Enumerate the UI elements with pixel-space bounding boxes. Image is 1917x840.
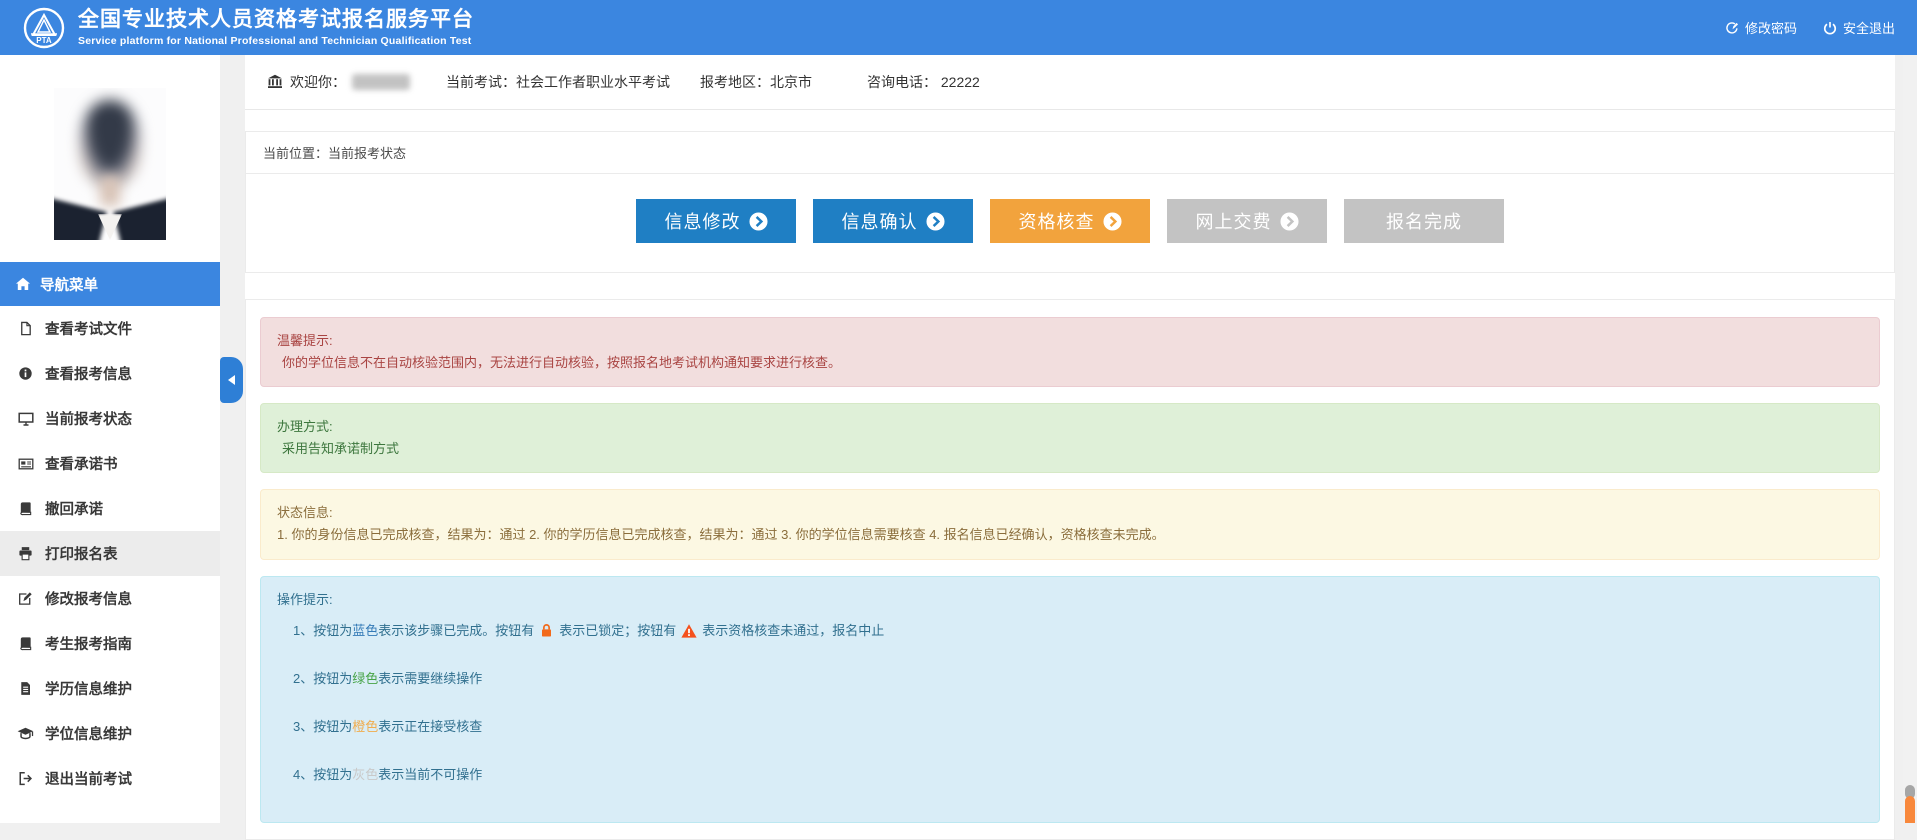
sidebar-item-label: 学位信息维护 — [45, 723, 132, 744]
svg-text:PTA: PTA — [36, 36, 52, 45]
education-file-icon — [17, 681, 34, 696]
candidate-name-blurred — [352, 74, 410, 90]
main-content: 欢迎你： 当前考试：社会工作者职业水平考试 报考地区：北京市 咨询电话： 222… — [245, 55, 1895, 823]
tip-line-4: 4、按钮为灰色表示当前不可操作 — [277, 764, 1863, 786]
arrow-circle-right-icon — [1280, 212, 1299, 231]
withdraw-book-icon — [17, 501, 34, 516]
change-password-link[interactable]: 修改密码 — [1725, 18, 1797, 37]
arrow-circle-right-icon — [749, 212, 768, 231]
tip-line-2: 2、按钮为绿色表示需要继续操作 — [277, 668, 1863, 690]
degree-cap-icon — [17, 725, 34, 742]
sidebar-item-label: 撤回承诺 — [45, 498, 103, 519]
sidebar-item-print-form[interactable]: 打印报名表 — [0, 531, 220, 576]
nav-menu: 导航菜单 查看考试文件 查看报考信息 当前报考状态 查看承诺书 撤回承诺 打印报… — [0, 262, 220, 801]
sidebar-item-label: 学历信息维护 — [45, 678, 132, 699]
sidebar-item-label: 查看承诺书 — [45, 453, 118, 474]
sidebar-collapse-button[interactable] — [220, 357, 243, 403]
sidebar-item-label: 查看报考信息 — [45, 363, 132, 384]
arrow-circle-right-icon — [926, 212, 945, 231]
current-exam: 当前考试：社会工作者职业水平考试 — [446, 72, 670, 92]
change-password-label: 修改密码 — [1745, 18, 1797, 37]
sidebar: 导航菜单 查看考试文件 查看报考信息 当前报考状态 查看承诺书 撤回承诺 打印报… — [0, 55, 220, 823]
steps-row: 信息修改 信息确认 资格核查 网上交费 报名完成 — [246, 174, 1894, 272]
sidebar-item-label: 退出当前考试 — [45, 768, 132, 789]
welcome-greeting: 欢迎你： — [290, 72, 416, 92]
tip-line-3: 3、按钮为橙色表示正在接受核查 — [277, 716, 1863, 738]
method-alert: 办理方式: 采用告知承诺制方式 — [260, 403, 1880, 473]
scrollbar-track[interactable] — [1903, 55, 1917, 823]
candidate-photo — [54, 88, 166, 240]
exam-files-icon — [17, 321, 34, 336]
sidebar-item-withdraw-commitment[interactable]: 撤回承诺 — [0, 486, 220, 531]
guide-book-icon — [17, 636, 34, 651]
sidebar-item-candidate-guide[interactable]: 考生报考指南 — [0, 621, 220, 666]
operation-tips-title: 操作提示: — [277, 589, 1863, 611]
arrow-circle-right-icon — [1103, 212, 1122, 231]
status-info-alert: 状态信息: 1. 你的身份信息已完成核查，结果为：通过 2. 你的学历信息已完成… — [260, 489, 1880, 559]
step-button-info-confirm[interactable]: 信息确认 — [813, 199, 973, 243]
tip-line-1: 1、按钮为蓝色表示该步骤已完成。按钮有表示已锁定；按钮有表示资格核查未通过，报名… — [277, 620, 1863, 642]
exam-region: 报考地区：北京市 — [700, 72, 812, 92]
sidebar-item-degree-info[interactable]: 学位信息维护 — [0, 711, 220, 756]
method-title: 办理方式: — [277, 416, 1863, 438]
sidebar-item-exam-files[interactable]: 查看考试文件 — [0, 306, 220, 351]
sidebar-item-label: 查看考试文件 — [45, 318, 132, 339]
method-body: 采用告知承诺制方式 — [277, 438, 1863, 460]
nav-menu-header: 导航菜单 — [0, 262, 220, 306]
power-icon — [1823, 21, 1837, 35]
print-icon — [17, 546, 34, 561]
word-orange: 橙色 — [352, 716, 378, 738]
sidebar-item-label: 打印报名表 — [45, 543, 118, 564]
scrollbar-thumb[interactable] — [1905, 796, 1915, 823]
sidebar-item-label: 修改报考信息 — [45, 588, 132, 609]
warning-triangle-icon — [681, 623, 697, 639]
commitment-letter-icon — [17, 456, 34, 472]
warm-tip-title: 温馨提示: — [277, 330, 1863, 352]
step-button-qualification-check[interactable]: 资格核查 — [990, 199, 1150, 243]
top-header: PTA 全国专业技术人员资格考试报名服务平台 Service platform … — [0, 0, 1917, 55]
app-subtitle: Service platform for National Profession… — [78, 35, 474, 48]
bank-icon — [267, 74, 283, 90]
operation-tips-alert: 操作提示: 1、按钮为蓝色表示该步骤已完成。按钮有表示已锁定；按钮有表示资格核查… — [260, 576, 1880, 823]
step-button-registration-complete[interactable]: 报名完成 — [1344, 199, 1504, 243]
alerts-panel: 温馨提示: 你的学位信息不在自动核验范围内，无法进行自动核验，按照报名地考试机构… — [245, 299, 1895, 840]
sidebar-item-modify-info[interactable]: 修改报考信息 — [0, 576, 220, 621]
logout-link[interactable]: 安全退出 — [1823, 18, 1895, 37]
warm-tip-body: 你的学位信息不在自动核验范围内，无法进行自动核验，按照报名地考试机构通知要求进行… — [277, 352, 1863, 374]
breadcrumb: 当前位置：当前报考状态 — [246, 132, 1894, 174]
word-green: 绿色 — [352, 668, 378, 690]
sidebar-item-exam-info[interactable]: 查看报考信息 — [0, 351, 220, 396]
lock-icon — [539, 623, 554, 638]
desktop-icon — [17, 411, 34, 427]
status-info-title: 状态信息: — [277, 502, 1863, 524]
edit-circle-icon — [1725, 21, 1739, 35]
home-icon — [15, 276, 31, 292]
sidebar-item-label: 当前报考状态 — [45, 408, 132, 429]
nav-menu-title: 导航菜单 — [40, 274, 98, 295]
status-panel: 当前位置：当前报考状态 信息修改 信息确认 资格核查 网上交费 报名完成 — [245, 131, 1895, 273]
edit-icon — [17, 591, 34, 606]
sidebar-item-label: 考生报考指南 — [45, 633, 132, 654]
sidebar-item-education-info[interactable]: 学历信息维护 — [0, 666, 220, 711]
exit-icon — [17, 771, 34, 786]
info-icon — [17, 366, 34, 381]
sidebar-item-current-status[interactable]: 当前报考状态 — [0, 396, 220, 441]
consult-phone: 咨询电话： 22222 — [867, 72, 980, 92]
step-button-online-payment[interactable]: 网上交费 — [1167, 199, 1327, 243]
app-title: 全国专业技术人员资格考试报名服务平台 — [78, 7, 474, 32]
platform-logo-icon: PTA — [22, 6, 66, 50]
word-blue: 蓝色 — [352, 620, 378, 642]
logout-label: 安全退出 — [1843, 18, 1895, 37]
warm-tip-alert: 温馨提示: 你的学位信息不在自动核验范围内，无法进行自动核验，按照报名地考试机构… — [260, 317, 1880, 387]
welcome-bar: 欢迎你： 当前考试：社会工作者职业水平考试 报考地区：北京市 咨询电话： 222… — [245, 55, 1895, 110]
sidebar-item-exit-exam[interactable]: 退出当前考试 — [0, 756, 220, 801]
status-info-body: 1. 你的身份信息已完成核查，结果为：通过 2. 你的学历信息已完成核查，结果为… — [277, 524, 1863, 546]
step-button-info-modify[interactable]: 信息修改 — [636, 199, 796, 243]
sidebar-item-commitment-letter[interactable]: 查看承诺书 — [0, 441, 220, 486]
word-gray: 灰色 — [352, 764, 378, 786]
chevron-left-icon — [228, 375, 235, 385]
